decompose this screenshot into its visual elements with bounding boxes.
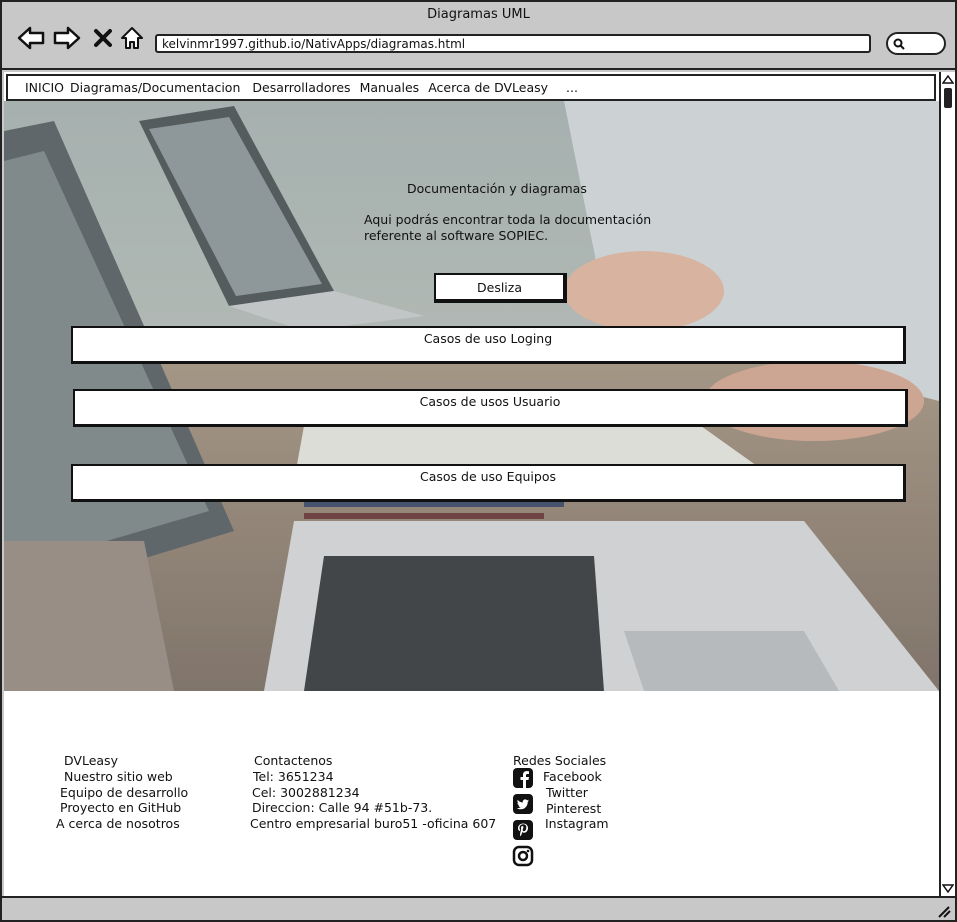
- page-viewport: INICIO Diagramas/Documentacion Desarroll…: [4, 72, 939, 896]
- footer-direccion: Direccion: Calle 94 #51b-73.: [252, 800, 433, 816]
- footer-cel: Cel: 3002881234: [252, 784, 360, 800]
- nav-item-inicio[interactable]: INICIO: [25, 80, 64, 95]
- case-loging-button[interactable]: Casos de uso Loging: [71, 326, 906, 364]
- social-labels: Facebook Twitter Pinterest Instagram: [543, 769, 609, 832]
- social-icons: [512, 767, 534, 871]
- social-label-twitter[interactable]: Twitter: [543, 785, 609, 801]
- social-label-pinterest[interactable]: Pinterest: [543, 801, 609, 817]
- hero-section: Documentación y diagramas Aqui podrás en…: [4, 101, 939, 691]
- browser-window: Diagramas UML kelvinmr1997.github.io/Nat…: [0, 0, 957, 922]
- pinterest-icon[interactable]: [512, 819, 534, 841]
- footer-oficina: Centro empresarial buro51 -oficina 607: [250, 816, 497, 832]
- home-button[interactable]: [118, 24, 146, 52]
- case-equipos-button[interactable]: Casos de uso Equipos: [71, 464, 906, 502]
- window-title: Diagramas UML: [427, 7, 530, 22]
- facebook-icon[interactable]: [512, 767, 534, 789]
- stop-button[interactable]: [89, 24, 117, 52]
- footer-link-equipo[interactable]: Equipo de desarrollo: [56, 785, 188, 801]
- nav-item-desarrolladores[interactable]: Desarrolladores: [252, 80, 350, 95]
- social-label-facebook[interactable]: Facebook: [543, 769, 609, 785]
- vertical-scrollbar[interactable]: [939, 72, 955, 896]
- back-arrow-icon: [17, 26, 45, 50]
- search-icon: [893, 38, 905, 50]
- back-button[interactable]: [17, 24, 45, 52]
- scroll-down-arrow-icon: [942, 884, 954, 893]
- social-label-instagram[interactable]: Instagram: [543, 816, 609, 832]
- desliza-button[interactable]: Desliza: [434, 273, 567, 303]
- hero-description: Aqui podrás encontrar toda la documentac…: [364, 212, 652, 243]
- nav-item-manuales[interactable]: Manuales: [360, 80, 420, 95]
- footer-contact-title: Contactenos: [254, 753, 333, 768]
- instagram-icon[interactable]: [512, 845, 534, 867]
- footer-link-nosotros[interactable]: A cerca de nosotros: [56, 816, 188, 832]
- forward-arrow-icon: [53, 26, 81, 50]
- twitter-icon[interactable]: [512, 793, 534, 815]
- case-usuario-button[interactable]: Casos de usos Usuario: [73, 389, 908, 427]
- scrollbar-thumb[interactable]: [944, 88, 952, 108]
- site-navbar: INICIO Diagramas/Documentacion Desarroll…: [6, 74, 936, 101]
- scroll-up-arrow-icon: [942, 75, 954, 84]
- nav-item-acerca[interactable]: Acerca de DVLeasy: [428, 80, 548, 95]
- status-bar: [2, 896, 955, 920]
- footer-dvleasy-title: DVLeasy: [64, 753, 118, 768]
- forward-button[interactable]: [53, 24, 81, 52]
- footer-col-contact: Contactenos Tel: 3651234 Cel: 3002881234…: [250, 753, 496, 832]
- nav-item-more[interactable]: ...: [566, 80, 578, 95]
- nav-item-diagramas[interactable]: Diagramas/Documentacion: [70, 80, 240, 95]
- site-footer: DVLeasy Nuestro sitio web Equipo de desa…: [4, 691, 939, 896]
- address-bar[interactable]: kelvinmr1997.github.io/NativApps/diagram…: [155, 34, 871, 53]
- title-bar: Diagramas UML kelvinmr1997.github.io/Nat…: [2, 2, 955, 70]
- footer-link-github[interactable]: Proyecto en GitHub: [56, 800, 188, 816]
- resize-grip-icon: [938, 906, 951, 918]
- footer-col-dvleasy: DVLeasy Nuestro sitio web Equipo de desa…: [56, 753, 188, 832]
- close-x-icon: [94, 29, 112, 47]
- home-icon: [121, 27, 143, 49]
- footer-tel: Tel: 3651234: [253, 768, 334, 784]
- search-field[interactable]: [886, 32, 946, 55]
- footer-link-sitio-web[interactable]: Nuestro sitio web: [56, 769, 188, 785]
- hero-title: Documentación y diagramas: [407, 181, 587, 196]
